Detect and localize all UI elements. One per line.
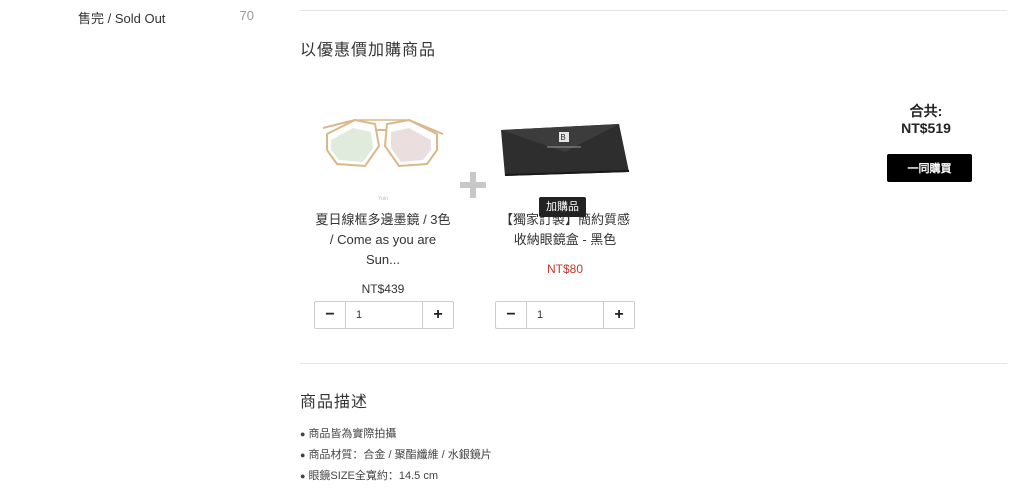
description-item: ● 商品材質：合金 / 聚酯纖維 / 水銀鏡片 [300, 449, 492, 461]
main-product-quantity-stepper: − + [314, 301, 454, 329]
description-item: ● 眼鏡SIZE全寬約：14.5 cm [300, 470, 439, 482]
main-product-name-line2: / Come as you are Sun... [329, 232, 437, 267]
main-product-card: Yuin 夏日線框多邊墨鏡 / 3色 / Come as you are Sun… [313, 100, 453, 296]
plus-button[interactable]: + [603, 302, 634, 328]
addon-product-name-line2: 收納眼鏡盒 - 黑色 [513, 232, 617, 247]
glasses-case-image[interactable]: B [495, 100, 635, 200]
minus-button[interactable]: − [315, 302, 346, 328]
svg-text:B: B [560, 133, 565, 142]
addon-badge: 加購品 [539, 197, 586, 217]
plus-icon [460, 172, 486, 198]
buy-together-button[interactable]: 一同購買 [887, 154, 972, 182]
description-list: ● 商品皆為實際拍攝 ● 商品材質：合金 / 聚酯纖維 / 水銀鏡片 ● 眼鏡SIZE… [300, 424, 492, 487]
total-label: 合共: [909, 103, 943, 119]
sold-out-label: 售完 / Sold Out [78, 11, 166, 26]
minus-button[interactable]: − [496, 302, 527, 328]
main-product-name-line1: 夏日線框多邊墨鏡 / 3色 [315, 212, 451, 227]
addon-product-quantity-stepper: − + [495, 301, 635, 329]
main-product-price: NT$439 [361, 282, 405, 296]
addon-product-quantity-input[interactable] [527, 302, 603, 328]
svg-text:Yuin: Yuin [378, 196, 388, 200]
bundle-total: 合共: NT$519 [880, 103, 972, 137]
top-divider [300, 10, 1007, 11]
main-product-name[interactable]: 夏日線框多邊墨鏡 / 3色 / Come as you are Sun... [313, 210, 453, 270]
sunglasses-image[interactable]: Yuin [313, 100, 453, 202]
total-amount: NT$519 [901, 120, 951, 136]
bundle-section-title: 以優惠價加購商品 [300, 42, 437, 59]
addon-product-price: NT$80 [546, 262, 584, 276]
description-item: ● 商品皆為實際拍攝 [300, 428, 397, 440]
description-title: 商品描述 [300, 394, 369, 411]
plus-button[interactable]: + [422, 302, 453, 328]
sold-out-filter[interactable]: 售完 / Sold Out 70 [78, 8, 254, 27]
section-divider [300, 363, 1007, 364]
main-product-quantity-input[interactable] [346, 302, 422, 328]
sold-out-count: 70 [239, 8, 254, 23]
addon-product-card: B 【獨家訂製】簡約質感 收納眼鏡盒 - 黑色 NT$80 [495, 100, 635, 276]
